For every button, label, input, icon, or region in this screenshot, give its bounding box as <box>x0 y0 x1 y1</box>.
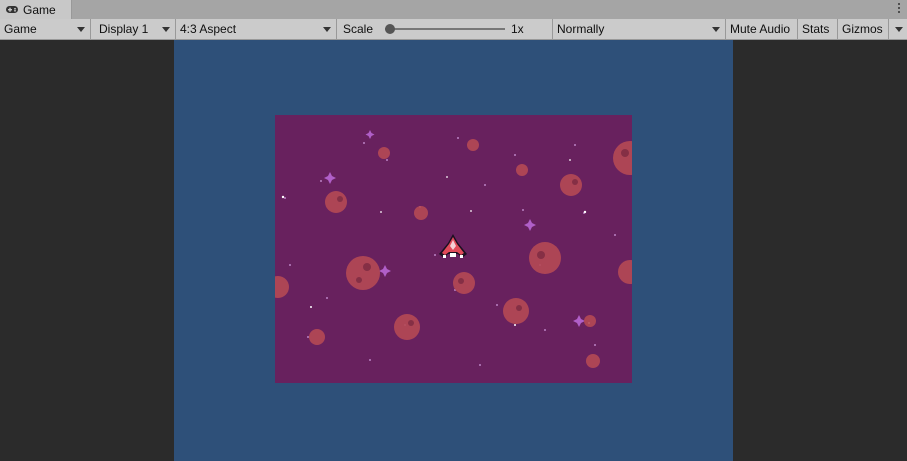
chevron-down-icon <box>323 27 331 32</box>
game-scene[interactable] <box>275 115 632 383</box>
chevron-down-icon <box>895 27 903 32</box>
mute-audio-toggle[interactable]: Mute Audio <box>726 19 798 39</box>
scale-label: Scale <box>343 22 374 36</box>
chevron-down-icon <box>162 27 170 32</box>
stats-toggle[interactable]: Stats <box>798 19 838 39</box>
gizmos-menu-button[interactable] <box>889 19 907 39</box>
display-label: Display 1 <box>99 22 149 36</box>
space-background <box>275 130 632 368</box>
gizmos-label: Gizmos <box>842 22 883 36</box>
game-view[interactable] <box>0 40 907 461</box>
scale-slider[interactable] <box>385 24 505 34</box>
tab-title: Game <box>23 2 56 17</box>
tab-strip: Game <box>0 0 907 19</box>
scale-value: 1x <box>511 22 524 36</box>
aspect-dropdown[interactable]: 4:3 Aspect <box>176 19 337 39</box>
kebab-menu-icon[interactable] <box>897 3 901 15</box>
mute-audio-label: Mute Audio <box>730 22 791 36</box>
chevron-down-icon <box>712 27 720 32</box>
gamepad-icon <box>6 5 18 13</box>
scale-slider-handle[interactable] <box>385 24 395 34</box>
spaceship-sprite <box>439 234 467 258</box>
stats-label: Stats <box>802 22 830 36</box>
play-focus-dropdown[interactable]: Normally <box>553 19 726 39</box>
game-letterbox <box>174 40 733 461</box>
play-focus-label: Normally <box>557 22 605 36</box>
gizmos-toggle[interactable]: Gizmos <box>838 19 889 39</box>
chevron-down-icon <box>77 27 85 32</box>
view-mode-dropdown[interactable]: Game <box>0 19 91 39</box>
display-dropdown[interactable]: Display 1 <box>91 19 176 39</box>
view-mode-label: Game <box>4 22 37 36</box>
aspect-label: 4:3 Aspect <box>180 22 237 36</box>
game-toolbar: Game Display 1 4:3 Aspect Scale 1x Norma… <box>0 19 907 40</box>
tab-game[interactable]: Game <box>0 0 72 19</box>
